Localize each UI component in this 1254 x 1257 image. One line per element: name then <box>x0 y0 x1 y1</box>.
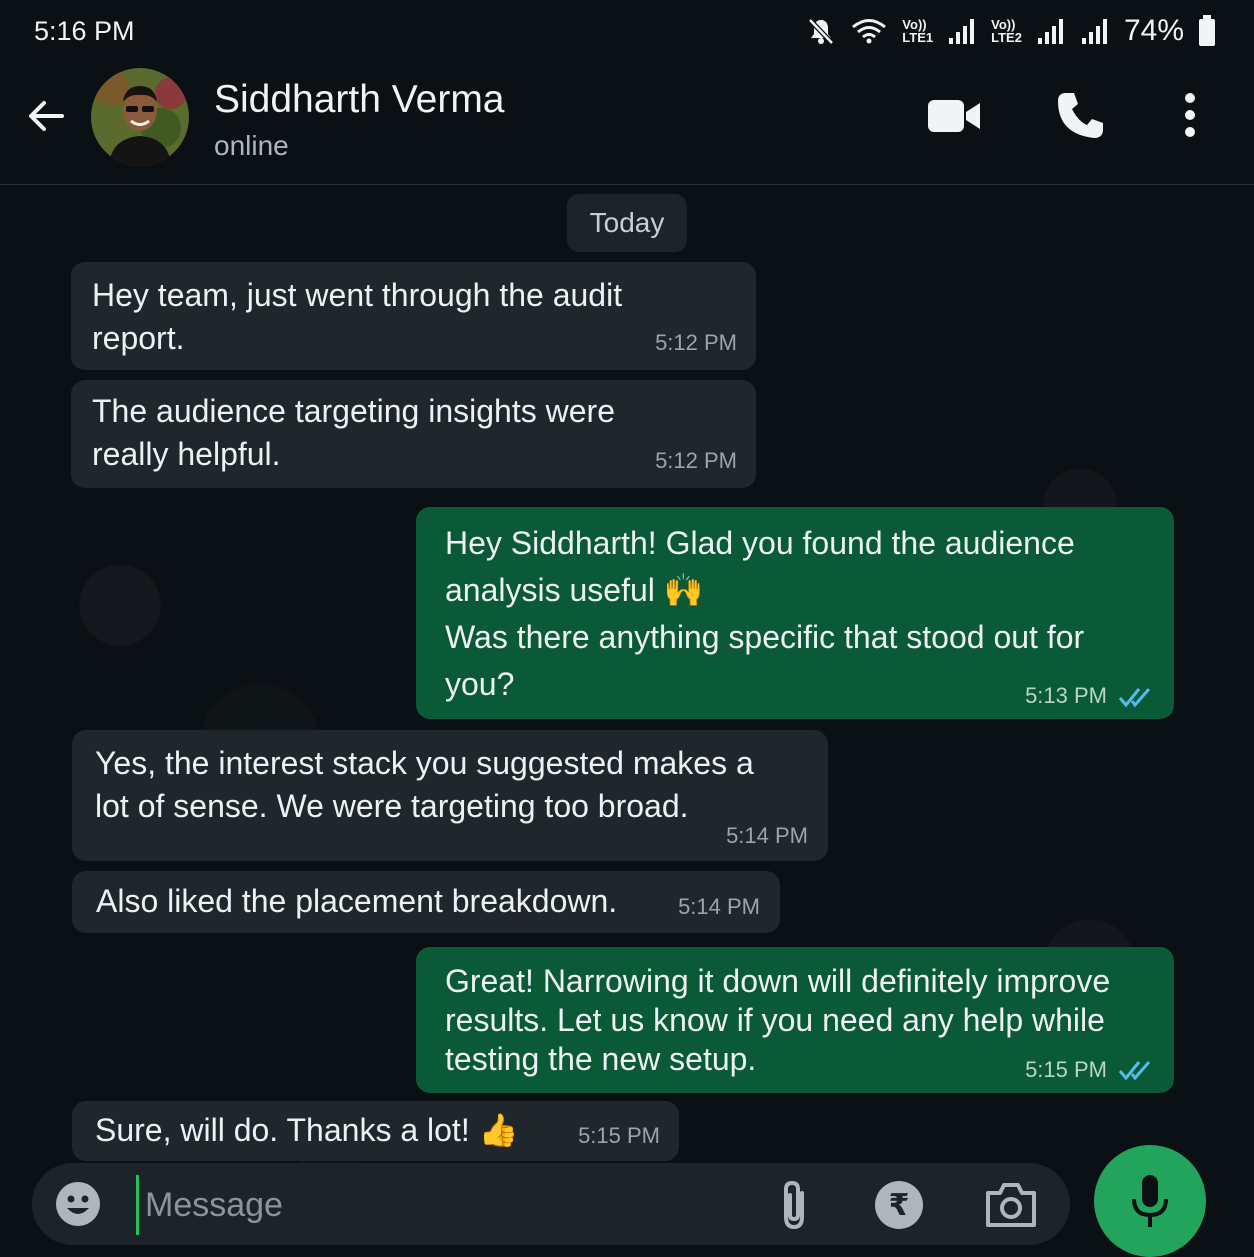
incoming-message[interactable]: Yes, the interest stack you suggested ma… <box>72 730 828 861</box>
read-receipt-icon <box>1118 688 1151 708</box>
message-input[interactable] <box>136 1175 747 1235</box>
wifi-icon <box>852 19 887 44</box>
emoji-icon[interactable] <box>54 1180 102 1228</box>
incoming-message[interactable]: Also liked the placement breakdown. 5:14… <box>72 871 780 933</box>
sim2-label: Vo)) LTE2 <box>991 17 1022 45</box>
back-arrow-icon[interactable] <box>24 94 68 138</box>
signal-strength-icon <box>949 19 975 44</box>
message-time: 5:15 PM <box>1025 1057 1107 1082</box>
message-text: Yes, the interest stack you suggested ma… <box>95 745 754 825</box>
signal-strength-icon <box>1037 19 1063 44</box>
rupee-payment-icon[interactable]: ₹ <box>874 1180 924 1230</box>
message-time: 5:13 PM <box>1025 683 1107 708</box>
outgoing-message[interactable]: Hey Siddharth! Glad you found the audien… <box>416 507 1174 719</box>
phone-call-icon[interactable] <box>1054 90 1106 142</box>
microphone-icon <box>1132 1175 1168 1227</box>
message-text: The audience targeting insights were rea… <box>92 393 615 473</box>
status-icons: Vo)) LTE1 Vo)) LTE2 74% <box>806 14 1216 48</box>
status-bar: 5:16 PM Vo)) LTE1 Vo)) LTE2 74% <box>0 0 1254 66</box>
message-time: 5:15 PM <box>578 1123 660 1149</box>
message-time: 5:14 PM <box>726 823 808 849</box>
contact-status: online <box>214 130 289 161</box>
avatar[interactable] <box>91 68 189 166</box>
incoming-message[interactable]: Sure, will do. Thanks a lot! 👍 5:15 PM <box>72 1101 679 1161</box>
voice-record-button[interactable] <box>1094 1145 1206 1257</box>
video-call-icon[interactable] <box>926 96 982 136</box>
mute-bell-icon <box>808 18 835 45</box>
camera-icon[interactable] <box>984 1181 1038 1229</box>
attach-icon[interactable] <box>774 1179 816 1231</box>
battery-percent: 74% <box>1123 14 1184 47</box>
chat-header: Siddharth Verma online <box>0 66 1254 185</box>
svg-text:₹: ₹ <box>889 1188 910 1223</box>
sim1-label: Vo)) LTE1 <box>902 17 934 45</box>
incoming-message[interactable]: The audience targeting insights were rea… <box>71 380 756 488</box>
signal-strength-icon <box>1081 19 1107 44</box>
more-options-icon[interactable] <box>1178 92 1202 138</box>
contact-name[interactable]: Siddharth Verma <box>214 78 505 122</box>
message-text: Also liked the placement breakdown. <box>96 883 618 919</box>
message-text: Hey team, just went through the audit re… <box>92 277 623 357</box>
message-time: 5:12 PM <box>655 330 737 356</box>
message-time: 5:14 PM <box>678 894 760 920</box>
message-text: Sure, will do. Thanks a lot! 👍 <box>95 1112 519 1148</box>
message-time: 5:12 PM <box>655 448 737 474</box>
battery-icon <box>1199 15 1215 46</box>
date-separator: Today <box>567 194 687 252</box>
message-text: Great! Narrowing it down will definitely… <box>445 963 1111 1077</box>
message-text: Hey Siddharth! Glad you found the audien… <box>445 525 1085 702</box>
message-composer: ₹ <box>32 1163 1070 1245</box>
outgoing-message[interactable]: Great! Narrowing it down will definitely… <box>416 947 1174 1093</box>
avatar-image <box>91 68 189 166</box>
incoming-message[interactable]: Hey team, just went through the audit re… <box>71 262 756 370</box>
read-receipt-icon <box>1118 1061 1151 1081</box>
status-time: 5:16 PM <box>34 16 135 46</box>
